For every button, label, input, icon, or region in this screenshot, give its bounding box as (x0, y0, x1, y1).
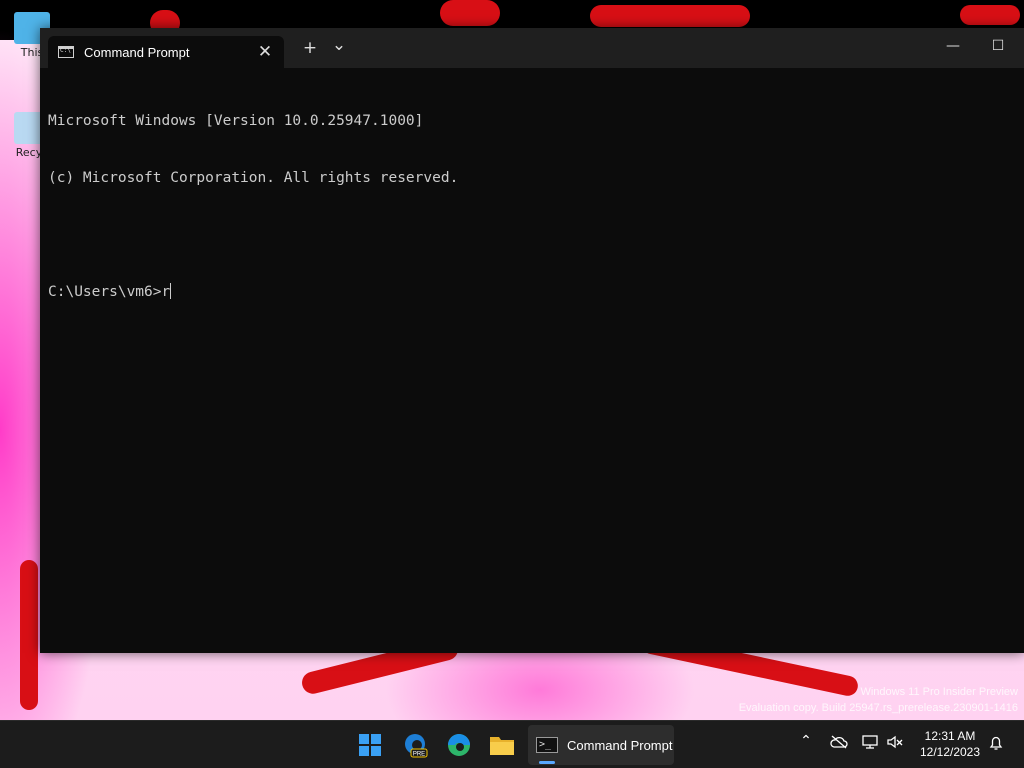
start-button[interactable] (354, 729, 386, 761)
watermark-line1: Windows 11 Pro Insider Preview (860, 686, 1018, 698)
taskbar: PRE >_ Command Prompt ⌃ 12:31 AM 12/12/2… (0, 720, 1024, 768)
console-prompt-line[interactable]: C:\Users\vm6>r (48, 283, 1024, 302)
windows-logo-icon (359, 734, 381, 756)
edge-dev-button[interactable]: PRE (399, 729, 431, 761)
onedrive-offline-icon[interactable] (828, 735, 850, 753)
text-cursor (170, 283, 172, 299)
tab-title: Command Prompt (84, 44, 190, 60)
new-tab-button[interactable]: + (300, 38, 320, 58)
edge-pre-icon: PRE (405, 734, 428, 758)
pre-badge: PRE (413, 752, 425, 758)
terminal-icon: >_ (536, 737, 558, 753)
tab-command-prompt[interactable]: Command Prompt ✕ (48, 36, 284, 68)
watermark-line2: Evaluation copy. Build 25947.rs_prerelea… (738, 702, 1018, 714)
notification-bell-icon[interactable] (985, 735, 1007, 755)
clock-time: 12:31 AM (924, 729, 976, 743)
close-tab-button[interactable]: ✕ (254, 42, 276, 62)
clock-date: 12/12/2023 (919, 745, 981, 759)
active-indicator (539, 761, 555, 764)
console-line: (c) Microsoft Corporation. All rights re… (48, 170, 459, 186)
terminal-window[interactable]: Command Prompt ✕ + ⌄ — ☐ Microsoft Windo… (40, 28, 1024, 653)
edge-button[interactable] (443, 729, 475, 761)
console-prompt-text: C:\Users\vm6>r (48, 284, 171, 300)
taskbar-command-prompt[interactable]: >_ Command Prompt (528, 725, 674, 765)
tab-dropdown-button[interactable]: ⌄ (329, 35, 349, 55)
system-clock[interactable]: 12:31 AM 12/12/2023 (914, 728, 986, 760)
file-explorer-button[interactable] (486, 729, 518, 761)
cmd-icon (58, 46, 74, 58)
console-output[interactable]: Microsoft Windows [Version 10.0.25947.10… (48, 74, 1024, 653)
minimize-button[interactable]: — (938, 38, 968, 54)
show-hidden-icons-button[interactable]: ⌃ (795, 733, 817, 749)
folder-icon (490, 737, 514, 755)
title-bar[interactable]: Command Prompt ✕ + ⌄ — ☐ (40, 28, 1024, 68)
edge-icon (448, 734, 470, 756)
taskbar-app-label: Command Prompt (567, 737, 673, 753)
console-line: Microsoft Windows [Version 10.0.25947.10… (48, 113, 424, 129)
network-icon[interactable] (859, 735, 881, 753)
volume-muted-icon[interactable] (884, 735, 906, 753)
maximize-button[interactable]: ☐ (983, 38, 1013, 54)
